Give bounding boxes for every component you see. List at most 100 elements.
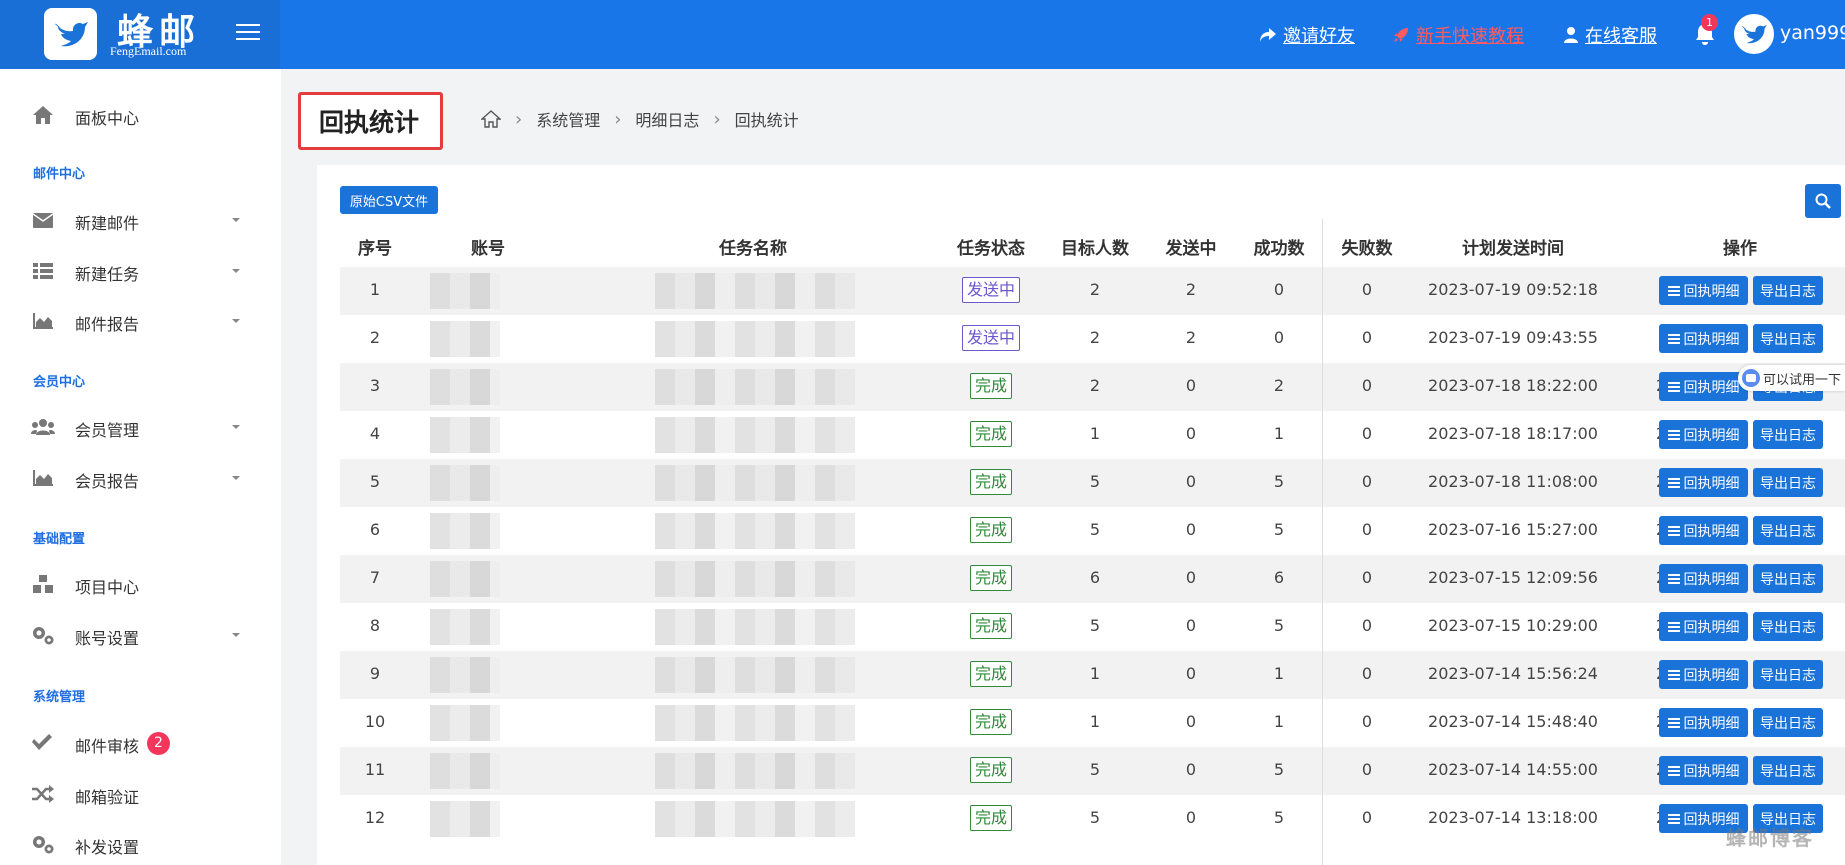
brand-subtitle: FengEmail.com [110, 44, 187, 58]
export-log-button[interactable]: 导出日志 [1753, 324, 1823, 353]
list-icon [1667, 285, 1680, 296]
table-row: 9完成10102023-07-14 15:56:242回执明细导出日志 [340, 651, 1845, 699]
redacted-account [430, 657, 500, 693]
status-badge: 完成 [969, 757, 1013, 783]
sidebar-item-mail-report[interactable]: 邮件报告 [0, 303, 281, 339]
breadcrumb-item[interactable]: 系统管理 [536, 107, 600, 131]
sidebar-item-member-report[interactable]: 会员报告 [0, 460, 281, 496]
detail-label: 回执明细 [1683, 427, 1740, 444]
receipt-detail-button[interactable]: 回执明细 [1659, 324, 1748, 353]
export-log-button[interactable]: 导出日志 [1753, 612, 1823, 641]
receipt-detail-button[interactable]: 回执明细 [1659, 516, 1748, 545]
table-row: 2 发送中 2 2 0 0 2023-07-19 09:43:55 回执明细 导出日志 [340, 315, 1845, 363]
raw-csv-button[interactable]: 原始CSV文件 [340, 186, 438, 214]
cell-index: 11 [364, 760, 386, 779]
cell-sending: 0 [1185, 760, 1197, 779]
receipt-detail-button[interactable]: 回执明细 [1659, 564, 1748, 593]
table-row: 4完成10102023-07-18 18:17:002回执明细导出日志 [340, 411, 1845, 459]
list-icon [1667, 333, 1680, 344]
invite-friends-link[interactable]: 邀请好友 [1259, 22, 1355, 48]
cell-success: 5 [1273, 520, 1285, 539]
home-outline-icon[interactable] [481, 110, 501, 128]
chat-tooltip[interactable]: 可以试用一下 [1738, 365, 1845, 391]
sidebar-item-new-task[interactable]: 新建任务 [0, 253, 281, 289]
col-plan-time: 计划发送时间 [1462, 239, 1564, 259]
cell-failed: 0 [1361, 472, 1373, 491]
cell-failed: 0 [1361, 616, 1373, 635]
sidebar-item-dashboard[interactable]: 面板中心 [0, 97, 281, 133]
receipt-detail-button[interactable]: 回执明细 [1659, 420, 1748, 449]
sidebar-item-resend-settings[interactable]: 补发设置 [0, 826, 281, 862]
sidebar-item-mailbox-verify[interactable]: 邮箱验证 [0, 776, 281, 812]
sidebar-item-mail-review[interactable]: 邮件审核 2 [0, 725, 281, 761]
receipt-detail-button[interactable]: 回执明细 [1659, 612, 1748, 641]
list-icon [1667, 477, 1680, 488]
receipt-stats-card: 原始CSV文件 序号 账号 任务名称 任务状态 目标人数 发送中 成功数 失败数… [317, 165, 1845, 865]
caret-down-icon [232, 269, 240, 273]
logo-icon[interactable] [44, 8, 97, 60]
export-log-button[interactable]: 导出日志 [1753, 708, 1823, 737]
receipt-detail-button[interactable]: 回执明细 [1659, 708, 1748, 737]
receipt-detail-button[interactable]: 回执明细 [1659, 276, 1748, 305]
sidebar-item-new-mail[interactable]: 新建邮件 [0, 202, 281, 238]
redacted-task-name [655, 657, 855, 693]
cell-target: 2 [1089, 280, 1101, 299]
page-title: 回执统计 [319, 108, 420, 137]
cell-failed: 0 [1361, 568, 1373, 587]
table-row: 3完成20202023-07-18 18:22:002回执明细导出日志 [340, 363, 1845, 411]
receipt-detail-button[interactable]: 回执明细 [1659, 756, 1748, 785]
export-log-button[interactable]: 导出日志 [1753, 564, 1823, 593]
cell-sending: 0 [1185, 712, 1197, 731]
export-log-button[interactable]: 导出日志 [1753, 420, 1823, 449]
cell-plan-time: 2023-07-18 11:08:00 [1428, 472, 1598, 491]
cell-index: 6 [369, 520, 381, 539]
export-log-button[interactable]: 导出日志 [1753, 276, 1823, 305]
cell-success: 1 [1273, 712, 1285, 731]
section-mail-center: 邮件中心 [33, 167, 86, 182]
cell-plan-time: 2023-07-19 09:52:18 [1428, 280, 1598, 299]
export-log-button[interactable]: 导出日志 [1753, 516, 1823, 545]
cell-target: 5 [1089, 472, 1101, 491]
detail-label: 回执明细 [1683, 571, 1740, 588]
sidebar-item-member-management[interactable]: 会员管理 [0, 409, 281, 445]
sidebar-item-account-settings[interactable]: 账号设置 [0, 617, 281, 653]
detail-label: 回执明细 [1683, 379, 1740, 396]
gears-icon [31, 833, 55, 855]
avatar[interactable] [1734, 14, 1774, 54]
watermark: 蜂邮博客 [1726, 826, 1814, 850]
receipt-detail-button[interactable]: 回执明细 [1659, 372, 1748, 401]
receipt-detail-button[interactable]: 回执明细 [1659, 660, 1748, 689]
cell-failed: 0 [1361, 424, 1373, 443]
redacted-account [430, 753, 500, 789]
cell-success: 1 [1273, 424, 1285, 443]
invite-label: 邀请好友 [1283, 26, 1355, 47]
list-icon [1667, 525, 1680, 536]
export-log-button[interactable]: 导出日志 [1753, 660, 1823, 689]
redacted-task-name [655, 753, 855, 789]
search-button[interactable] [1805, 184, 1841, 218]
cell-sending: 0 [1185, 424, 1197, 443]
tutorial-link[interactable]: 新手快速教程 [1392, 22, 1524, 48]
menu-toggle-icon[interactable] [236, 20, 260, 44]
table-row: 5完成50502023-07-18 11:08:002回执明细导出日志 [340, 459, 1845, 507]
export-log-button[interactable]: 导出日志 [1753, 468, 1823, 497]
status-badge: 完成 [969, 517, 1013, 543]
username[interactable]: yan999 [1780, 22, 1845, 44]
caret-down-icon [232, 218, 240, 222]
cell-index: 1 [369, 280, 381, 299]
online-support-link[interactable]: 在线客服 [1563, 22, 1657, 48]
cell-sending: 2 [1185, 328, 1197, 347]
sidebar-item-project-center[interactable]: 项目中心 [0, 566, 281, 602]
double-check-icon [31, 732, 55, 754]
status-badge: 完成 [969, 661, 1013, 687]
receipt-detail-button[interactable]: 回执明细 [1659, 468, 1748, 497]
export-log-button[interactable]: 导出日志 [1753, 756, 1823, 785]
cell-success: 5 [1273, 472, 1285, 491]
cell-failed: 0 [1361, 376, 1373, 395]
cell-target: 2 [1089, 328, 1101, 347]
redacted-task-name [655, 705, 855, 741]
breadcrumb-item[interactable]: 明细日志 [635, 107, 699, 131]
cell-success: 6 [1273, 568, 1285, 587]
list-icon [1667, 717, 1680, 728]
log-label: 导出日志 [1760, 715, 1816, 732]
